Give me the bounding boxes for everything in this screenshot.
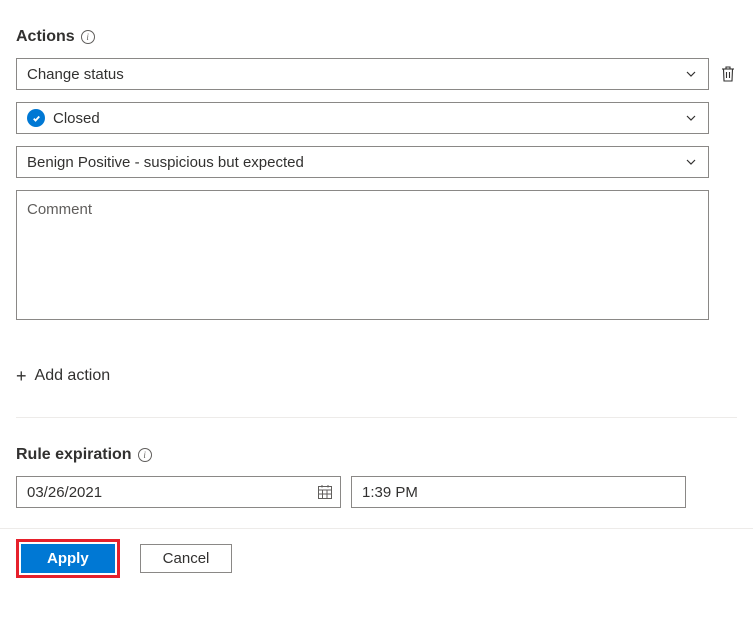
rule-expiration-label-text: Rule expiration	[16, 446, 132, 464]
classification-value: Benign Positive - suspicious but expecte…	[27, 154, 304, 171]
comment-input[interactable]	[16, 190, 709, 320]
status-value: Closed	[53, 110, 100, 127]
info-icon[interactable]: i	[81, 30, 95, 44]
info-icon[interactable]: i	[138, 448, 152, 462]
rule-expiration-section: Rule expiration i	[16, 446, 737, 508]
chevron-down-icon	[684, 67, 698, 81]
actions-label-text: Actions	[16, 28, 75, 46]
change-status-row: Change status	[16, 58, 737, 90]
change-status-value: Change status	[27, 66, 124, 83]
check-circle-icon	[27, 109, 45, 127]
apply-highlight: Apply	[16, 539, 120, 578]
section-divider	[16, 417, 737, 418]
expiration-inputs	[16, 476, 737, 508]
chevron-down-icon	[684, 111, 698, 125]
chevron-down-icon	[684, 155, 698, 169]
actions-section: Actions i Change status C	[16, 28, 737, 389]
apply-button[interactable]: Apply	[21, 544, 115, 573]
status-dropdown[interactable]: Closed	[16, 102, 709, 134]
actions-label: Actions i	[16, 28, 737, 46]
rule-expiration-label: Rule expiration i	[16, 446, 737, 464]
add-action-label: Add action	[35, 367, 111, 385]
classification-row: Benign Positive - suspicious but expecte…	[16, 146, 709, 178]
date-input-wrap	[16, 476, 341, 508]
delete-icon[interactable]	[719, 64, 737, 84]
classification-dropdown[interactable]: Benign Positive - suspicious but expecte…	[16, 146, 709, 178]
status-row: Closed	[16, 102, 709, 134]
cancel-button[interactable]: Cancel	[140, 544, 233, 573]
change-status-dropdown[interactable]: Change status	[16, 58, 709, 90]
add-action-button[interactable]: + Add action	[16, 363, 737, 389]
plus-icon: +	[16, 367, 27, 385]
date-input[interactable]	[16, 476, 341, 508]
footer: Apply Cancel	[16, 529, 737, 588]
time-input[interactable]	[351, 476, 686, 508]
